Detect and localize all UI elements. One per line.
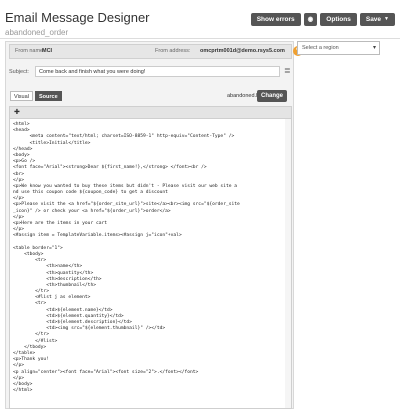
editor-tabs: Visual Source abandoned.htm Change: [9, 90, 292, 104]
preview-button[interactable]: ◉: [303, 13, 318, 26]
region-select[interactable]: Select a region ▾: [297, 41, 380, 55]
code-toolbar: ✚: [9, 106, 292, 119]
source-code-editor[interactable]: <html> <head> <meta content="text/html; c…: [9, 119, 292, 409]
save-button[interactable]: Save ▼: [359, 13, 395, 26]
eye-icon: ◉: [307, 16, 314, 23]
from-address-value: omcprtm001d@demo.rsys5.com: [200, 48, 285, 54]
header-divider: [0, 38, 400, 39]
code-line: </html>: [13, 388, 33, 394]
from-row: From name: MCI From address: omcprtm001d…: [9, 44, 303, 59]
tab-visual[interactable]: Visual: [10, 91, 33, 101]
tab-source[interactable]: Source: [35, 91, 62, 101]
editor-panel: From name: MCI From address: omcprtm001d…: [5, 41, 303, 409]
region-select-placeholder: Select a region: [302, 45, 339, 51]
chevron-down-icon: ▾: [372, 45, 376, 51]
page-subtitle: abandoned_order: [5, 28, 69, 37]
personalize-icon[interactable]: ≣: [284, 66, 291, 75]
format-code-icon[interactable]: ✚: [14, 108, 20, 116]
subject-input[interactable]: Come back and finish what you were doing…: [35, 66, 280, 77]
from-name-value: MCI: [42, 48, 53, 54]
show-errors-button[interactable]: Show errors: [250, 13, 301, 26]
change-button[interactable]: Change: [256, 90, 287, 102]
subject-label: Subject:: [9, 69, 29, 75]
header-toolbar: Show errors ◉ Options Save ▼: [250, 13, 395, 26]
right-panel: Select a region ▾: [296, 41, 400, 409]
from-name-label: From name:: [15, 48, 45, 54]
page-title: Email Message Designer: [5, 10, 150, 25]
options-button[interactable]: Options: [320, 13, 357, 26]
save-label: Save: [365, 16, 382, 23]
chevron-down-icon: ▼: [384, 16, 389, 22]
from-address-label: From address:: [155, 48, 191, 54]
scrollbar[interactable]: [285, 119, 291, 408]
